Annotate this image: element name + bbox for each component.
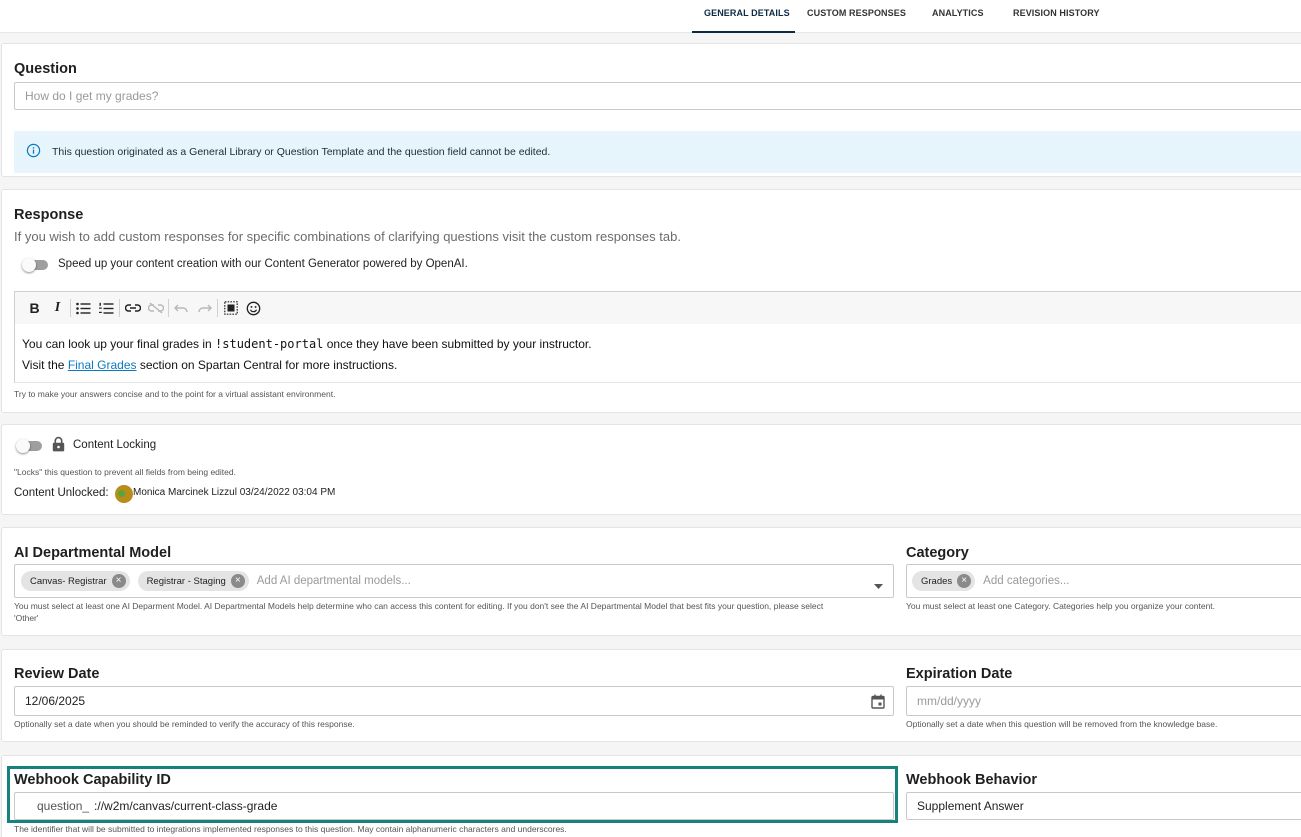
ai-model-placeholder: Add AI departmental models...: [256, 575, 411, 587]
webhook-behavior-value: Supplement Answer: [917, 799, 1024, 813]
avatar: [115, 485, 133, 503]
info-banner: This question originated as a General Li…: [14, 131, 1301, 173]
category-help: You must select at least one Category. C…: [906, 601, 1216, 611]
content-unlocked-user: Monica Marcinek Lizzul 03/24/2022 03:04 …: [133, 487, 336, 498]
content-locking-help: "Locks" this question to prevent all fie…: [14, 467, 236, 477]
content-locking-label: Content Locking: [73, 439, 157, 451]
info-circle-icon: [26, 143, 52, 161]
response-editor[interactable]: You can look up your final grades in !st…: [14, 324, 1301, 383]
response-subtitle: If you wish to add custom responses for …: [14, 229, 681, 244]
ai-model-help-line: 'Other': [14, 613, 39, 623]
response-line-1: You can look up your final grades in !st…: [22, 337, 592, 351]
expiration-date-placeholder: mm/dd/yyyy: [917, 694, 982, 708]
chip-canvas-registrar: Canvas- Registrar ×: [21, 571, 130, 591]
content-locking-toggle[interactable]: [16, 439, 44, 453]
toolbar-divider: [217, 299, 218, 317]
webhook-behavior-title: Webhook Behavior: [906, 772, 1038, 788]
webhook-capability-help: The identifier that will be submitted to…: [14, 824, 567, 834]
question-value: How do I get my grades?: [25, 89, 159, 103]
content-unlocked-label: Content Unlocked:: [14, 487, 109, 499]
final-grades-link[interactable]: Final Grades: [68, 358, 137, 372]
review-date-help: Optionally set a date when you should be…: [14, 719, 355, 729]
response-card: Response If you wish to add custom respo…: [1, 189, 1301, 413]
expiration-date-input[interactable]: mm/dd/yyyy: [906, 686, 1301, 716]
ai-model-select[interactable]: Canvas- Registrar × Registrar - Staging × …: [14, 564, 894, 598]
avatar-dot: [118, 490, 125, 497]
response-text: once they have been submitted by your in…: [323, 337, 592, 351]
tab-general-details[interactable]: GENERAL DETAILS: [692, 0, 795, 33]
info-text: This question originated as a General Li…: [52, 146, 551, 158]
chip-label: Canvas- Registrar: [30, 575, 107, 587]
question-field: How do I get my grades?: [14, 82, 1301, 110]
category-placeholder: Add categories...: [983, 575, 1070, 587]
calendar-icon[interactable]: [871, 694, 885, 712]
toggle-knob: [16, 439, 30, 453]
toolbar-divider: [119, 299, 120, 317]
question-title: Question: [14, 61, 77, 77]
chip-label: Registrar - Staging: [146, 575, 226, 587]
content-generator-label: Speed up your content creation with our …: [58, 258, 468, 270]
category-title: Category: [906, 545, 969, 561]
toolbar-divider: [70, 299, 71, 317]
toolbar-divider: [168, 299, 169, 317]
link-icon[interactable]: [121, 297, 144, 319]
lock-icon: [52, 436, 65, 457]
content-locking-card: Content Locking "Locks" this question to…: [1, 424, 1301, 515]
tab-bar: GENERAL DETAILS CUSTOM RESPONSES ANALYTI…: [0, 0, 1301, 33]
response-title: Response: [14, 207, 84, 223]
expiration-date-title: Expiration Date: [906, 666, 1013, 682]
editor-toolbar: B I: [14, 291, 1301, 325]
dates-card: Review Date 12/06/2025 Optionally set a …: [1, 649, 1301, 742]
italic-icon[interactable]: I: [46, 297, 69, 319]
content-generator-toggle[interactable]: [22, 258, 50, 272]
expiration-date-help: Optionally set a date when this question…: [906, 719, 1218, 729]
undo-icon[interactable]: [170, 297, 193, 319]
ai-model-help: You must select at least one AI Deparmen…: [14, 600, 823, 624]
tab-custom-responses[interactable]: CUSTOM RESPONSES: [807, 0, 906, 33]
select-all-icon[interactable]: [219, 297, 242, 319]
remove-chip-icon[interactable]: ×: [230, 574, 245, 588]
unlink-icon[interactable]: [144, 297, 167, 319]
tab-analytics[interactable]: ANALYTICS: [932, 0, 984, 33]
emoji-icon[interactable]: [242, 297, 265, 319]
review-date-title: Review Date: [14, 666, 100, 682]
webhook-behavior-select[interactable]: Supplement Answer: [906, 792, 1301, 820]
toggle-knob: [22, 258, 36, 272]
response-text: section on Spartan Central for more inst…: [136, 358, 398, 372]
chevron-down-icon[interactable]: [874, 578, 883, 592]
numbered-list-icon[interactable]: [95, 297, 118, 319]
ai-model-title: AI Departmental Model: [14, 545, 172, 561]
response-text: Visit the: [22, 358, 68, 372]
question-card: Question How do I get my grades? This qu…: [1, 43, 1301, 177]
response-text: You can look up your final grades in: [22, 337, 216, 351]
tab-revision-history[interactable]: REVISION HISTORY: [1013, 0, 1100, 33]
review-date-value: 12/06/2025: [25, 694, 86, 708]
ai-model-help-line: You must select at least one AI Deparmen…: [14, 601, 824, 611]
response-line-2: Visit the Final Grades section on Sparta…: [22, 358, 397, 372]
webhook-highlight-box: [7, 766, 898, 823]
response-help: Try to make your answers concise and to …: [14, 389, 336, 399]
review-date-input[interactable]: 12/06/2025: [14, 686, 894, 716]
chip-grades: Grades ×: [912, 571, 976, 591]
chip-registrar-staging: Registrar - Staging ×: [137, 571, 249, 591]
bold-icon[interactable]: B: [23, 297, 46, 319]
redo-icon[interactable]: [193, 297, 216, 319]
remove-chip-icon[interactable]: ×: [111, 574, 126, 588]
model-category-card: AI Departmental Model Canvas- Registrar ×…: [1, 527, 1301, 636]
chip-label: Grades: [921, 575, 953, 587]
remove-chip-icon[interactable]: ×: [957, 574, 972, 588]
bullet-list-icon[interactable]: [72, 297, 95, 319]
category-select[interactable]: Grades × Add categories...: [906, 564, 1301, 598]
inline-code: !student-portal: [215, 337, 324, 351]
